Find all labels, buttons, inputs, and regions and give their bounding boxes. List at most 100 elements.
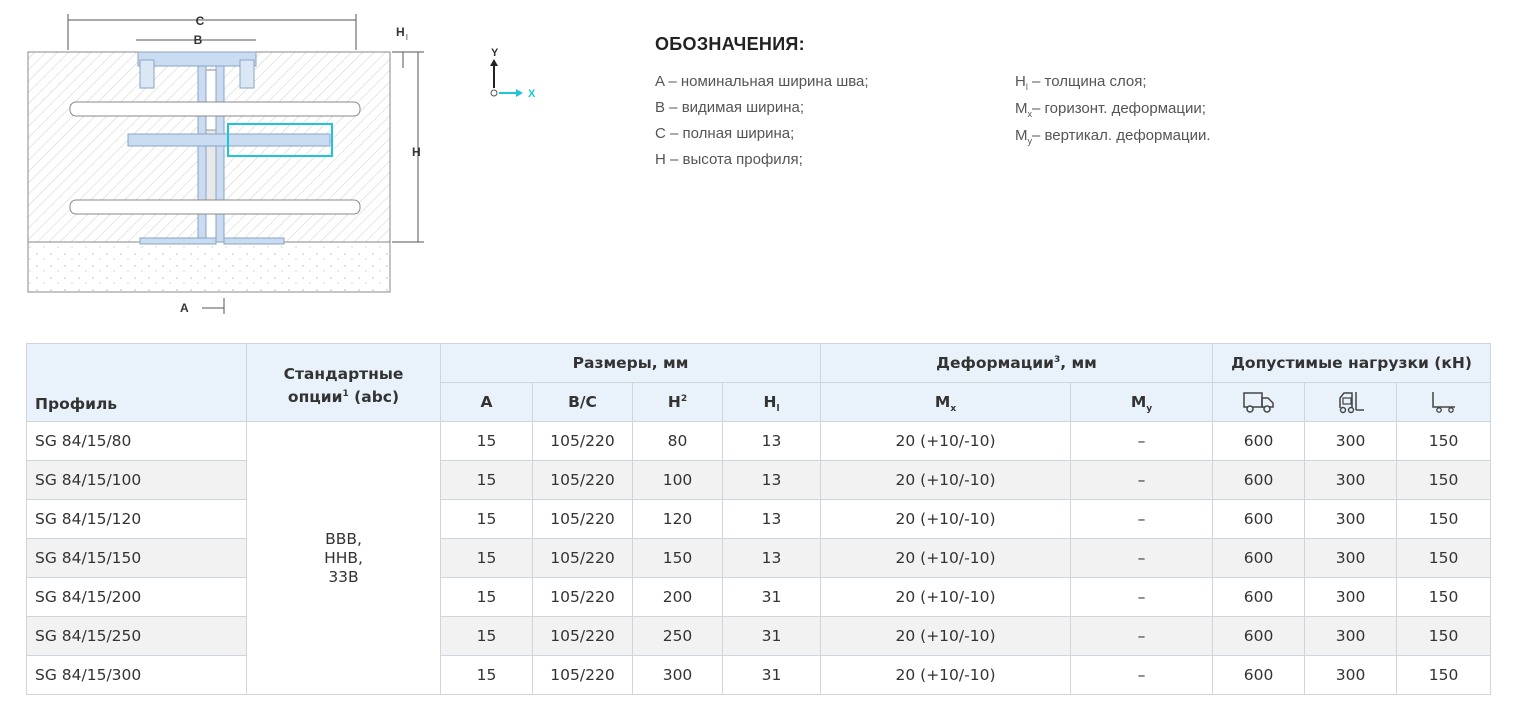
table-row: SG 84/15/250 15 105/220 250 31 20 (+10/-… [26,616,1492,656]
group-header-sizes: Размеры, мм [440,343,821,383]
cell-mx: 20 (+10/-10) [820,538,1071,578]
group-header-loads: Допустимые нагрузки (кН) [1212,343,1492,383]
dimension-c-label: C [196,14,205,28]
cell-hl: 31 [722,616,821,656]
cell-bc: 105/220 [532,460,633,500]
cell-mx: 20 (+10/-10) [820,499,1071,539]
cell-mx: 20 (+10/-10) [820,616,1071,656]
legend-left-column: A – номинальная ширина шва; B – видимая … [655,69,1015,173]
column-header-mx: Mx [820,382,1071,422]
cell-profile: SG 84/15/150 [26,538,247,578]
cell-my: – [1069,460,1214,500]
svg-text:l: l [406,33,408,42]
cell-load-forklift: 300 [1304,616,1398,656]
cell-bc: 105/220 [532,655,633,695]
cell-a: 15 [440,421,533,461]
legend: ОБОЗНАЧЕНИЯ: A – номинальная ширина шва;… [655,34,1375,173]
legend-item-h: H – высота профиля; [655,151,803,168]
cell-load-cart: 150 [1396,655,1492,695]
column-header-h: H2 [632,382,723,422]
table-row: SG 84/15/80 BBB, HHB, 33B 15 105/220 80 … [26,421,1492,695]
cell-mx: 20 (+10/-10) [820,577,1071,617]
cell-load-cart: 150 [1396,538,1492,578]
axis-indicator: Y X [490,47,536,100]
cell-h: 150 [632,538,723,578]
cell-a: 15 [440,538,533,578]
cell-bc: 105/220 [532,499,633,539]
legend-item-hl: Hl – толщина слоя; [1015,73,1147,92]
legend-item-c: C – полная ширина; [655,125,795,142]
table-row: SG 84/15/300 15 105/220 300 31 20 (+10/-… [26,655,1492,695]
cell-h: 200 [632,577,723,617]
cell-my: – [1069,655,1214,695]
dimension-a-label: A [180,301,189,315]
cell-load-truck: 600 [1212,499,1306,539]
cell-h: 300 [632,655,723,695]
cell-bc: 105/220 [532,421,633,461]
dimension-h-label: H [412,145,421,159]
table-row: SG 84/15/100 15 105/220 100 13 20 (+10/-… [26,460,1492,500]
group-header-deformations: Деформации3, мм [819,343,1214,383]
cell-hl: 13 [722,421,821,461]
column-header-my: My [1069,382,1214,422]
cell-load-truck: 600 [1212,421,1306,461]
cell-my: – [1069,577,1214,617]
cell-a: 15 [440,460,533,500]
cell-load-truck: 600 [1212,577,1306,617]
cell-h: 80 [632,421,723,461]
cell-bc: 105/220 [532,577,633,617]
cell-load-cart: 150 [1396,460,1492,500]
cell-load-forklift: 300 [1304,538,1398,578]
cell-load-truck: 600 [1212,538,1306,578]
column-header-truck [1212,382,1306,422]
cell-load-truck: 600 [1212,460,1306,500]
cell-my: – [1069,421,1214,461]
cell-mx: 20 (+10/-10) [820,421,1071,461]
profile-cross-section-diagram: C B H l H A [27,14,424,315]
legend-item-my: My– вертикал. деформации. [1015,127,1211,146]
table-row: SG 84/15/120 15 105/220 120 13 20 (+10/-… [26,499,1492,539]
legend-item-mx: Mx– горизонт. деформации; [1015,100,1206,119]
cell-my: – [1069,499,1214,539]
legend-item-b: B – видимая ширина; [655,99,805,116]
forklift-icon [1338,392,1364,414]
cell-a: 15 [440,577,533,617]
cell-h: 100 [632,460,723,500]
cell-load-cart: 150 [1396,616,1492,656]
cell-profile: SG 84/15/300 [26,655,247,695]
hand-cart-icon [1431,392,1455,413]
cell-standard-options: BBB, HHB, 33B [246,421,441,695]
cell-h: 120 [632,499,723,539]
cell-hl: 13 [722,499,821,539]
cell-a: 15 [440,655,533,695]
cell-h: 250 [632,616,723,656]
cell-load-forklift: 300 [1304,421,1398,461]
column-header-profile: Профиль [26,343,247,422]
cell-load-cart: 150 [1396,421,1492,461]
cell-hl: 31 [722,655,821,695]
x-axis-label: X [528,88,536,100]
cell-profile: SG 84/15/100 [26,460,247,500]
cell-mx: 20 (+10/-10) [820,460,1071,500]
cell-a: 15 [440,499,533,539]
cell-load-forklift: 300 [1304,499,1398,539]
top-plate [137,51,257,67]
dimension-b-label: B [194,33,203,47]
dimension-hl-label: H [396,25,405,39]
column-header-options: Стандартные опции1 (abc) [246,343,441,422]
cell-load-truck: 600 [1212,655,1306,695]
column-header-hand-cart [1396,382,1492,422]
column-header-forklift [1304,382,1398,422]
cell-profile: SG 84/15/200 [26,577,247,617]
truck-icon [1242,392,1274,413]
cell-load-forklift: 300 [1304,655,1398,695]
cell-profile: SG 84/15/120 [26,499,247,539]
cell-mx: 20 (+10/-10) [820,655,1071,695]
legend-item-a: A – номинальная ширина шва; [655,73,869,90]
y-axis-label: Y [491,47,499,59]
cell-load-forklift: 300 [1304,577,1398,617]
cell-load-forklift: 300 [1304,460,1398,500]
cell-my: – [1069,538,1214,578]
cell-bc: 105/220 [532,538,633,578]
column-header-hl: Hl [722,382,821,422]
